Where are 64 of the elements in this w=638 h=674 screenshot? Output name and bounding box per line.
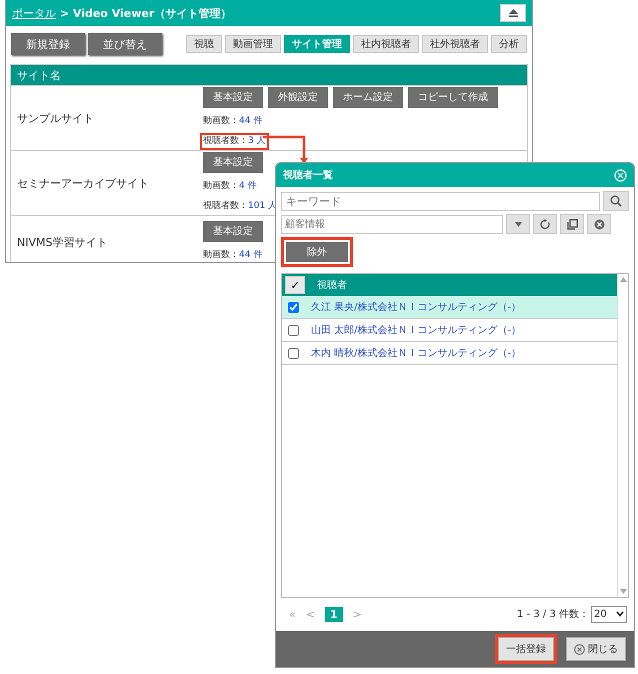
page-title: > Video Viewer（サイト管理）	[58, 6, 232, 20]
settings-button[interactable]: ホーム設定	[333, 86, 403, 108]
page-size-select[interactable]: 20	[591, 606, 627, 622]
settings-button[interactable]: 基本設定	[203, 86, 263, 108]
viewer-link[interactable]: 山田 太郎/株式会社ＮＩコンサルティング（-）	[311, 323, 522, 337]
result-count: 1 - 3 / 3 件数：	[517, 608, 589, 621]
collapse-button[interactable]	[500, 4, 526, 22]
register-button[interactable]: 一括登録	[495, 634, 557, 664]
caret-icon	[514, 222, 522, 226]
row-checkbox[interactable]	[288, 324, 299, 336]
search-button[interactable]	[603, 191, 629, 211]
site-name: セミナーアーカイブサイト	[17, 176, 150, 190]
dialog-title: 視聴者一覧	[283, 168, 333, 182]
row-checkbox[interactable]	[288, 302, 299, 312]
tab[interactable]: 動画管理	[225, 35, 281, 53]
column-title: 視聴者	[317, 278, 347, 292]
count-link[interactable]: 44 件	[239, 250, 262, 260]
settings-button[interactable]: 外観設定	[268, 86, 328, 108]
exclude-button[interactable]: 除外	[281, 237, 353, 267]
refresh-icon	[540, 218, 550, 230]
caret-icon	[616, 611, 624, 617]
settings-button[interactable]: 基本設定	[203, 220, 263, 242]
row-checkbox[interactable]	[288, 348, 299, 358]
eject-icon	[508, 8, 518, 18]
customer-field[interactable]: 顧客情報	[281, 214, 503, 234]
refresh-button[interactable]	[533, 214, 557, 234]
settings-button[interactable]: 基本設定	[203, 152, 263, 172]
count-link[interactable]: 4 件	[239, 180, 257, 190]
count-link[interactable]: 44 件	[239, 116, 262, 126]
tab[interactable]: 社内視聴者	[353, 35, 419, 53]
site-name: サンプルサイト	[17, 110, 95, 126]
scroll-down-icon[interactable]	[620, 589, 626, 594]
scroll-up-icon[interactable]	[620, 277, 626, 282]
close-icon[interactable]	[614, 168, 627, 182]
clear-icon	[594, 218, 604, 230]
copy-icon	[566, 218, 578, 230]
close-button[interactable]: 閉じる	[563, 634, 629, 664]
stat-label: 視聴者数：	[203, 200, 248, 210]
stat-label: 動画数：	[203, 250, 239, 260]
tab[interactable]: 分析	[491, 35, 527, 53]
viewer-row[interactable]: 木内 晴秋/株式会社ＮＩコンサルティング（-）	[282, 342, 617, 365]
copy-button[interactable]	[560, 214, 584, 234]
keyword-field[interactable]: キーワード	[281, 192, 600, 210]
stat-label: 視聴者数：	[203, 136, 248, 146]
scrollbar[interactable]	[617, 274, 628, 597]
tab[interactable]: 社外視聴者	[422, 35, 488, 53]
settings-button[interactable]: コピーして作成	[408, 86, 498, 108]
column-header: サイト名	[11, 65, 527, 85]
viewer-link[interactable]: 久江 果央/株式会社ＮＩコンサルティング（-）	[311, 300, 522, 314]
tab[interactable]: 視聴	[186, 35, 222, 53]
check-all-button[interactable]: ✓	[285, 276, 305, 294]
viewer-link[interactable]: 木内 晴秋/株式会社ＮＩコンサルティング（-）	[311, 346, 522, 360]
site-name: NIVMS学習サイト	[17, 234, 108, 250]
clear-button[interactable]	[587, 214, 611, 234]
close-icon	[574, 644, 585, 654]
action-button[interactable]: 並び替え	[88, 33, 162, 55]
stat-label: 動画数：	[203, 116, 239, 126]
search-icon	[610, 195, 622, 207]
viewer-row[interactable]: 山田 太郎/株式会社ＮＩコンサルティング（-）	[282, 319, 617, 342]
dropdown-button[interactable]	[506, 214, 530, 234]
viewer-row[interactable]: 久江 果央/株式会社ＮＩコンサルティング（-）	[282, 296, 617, 319]
count-link[interactable]: 3 人	[248, 136, 266, 146]
stat-label: 動画数：	[203, 180, 239, 190]
action-button[interactable]: 新規登録	[11, 33, 85, 55]
